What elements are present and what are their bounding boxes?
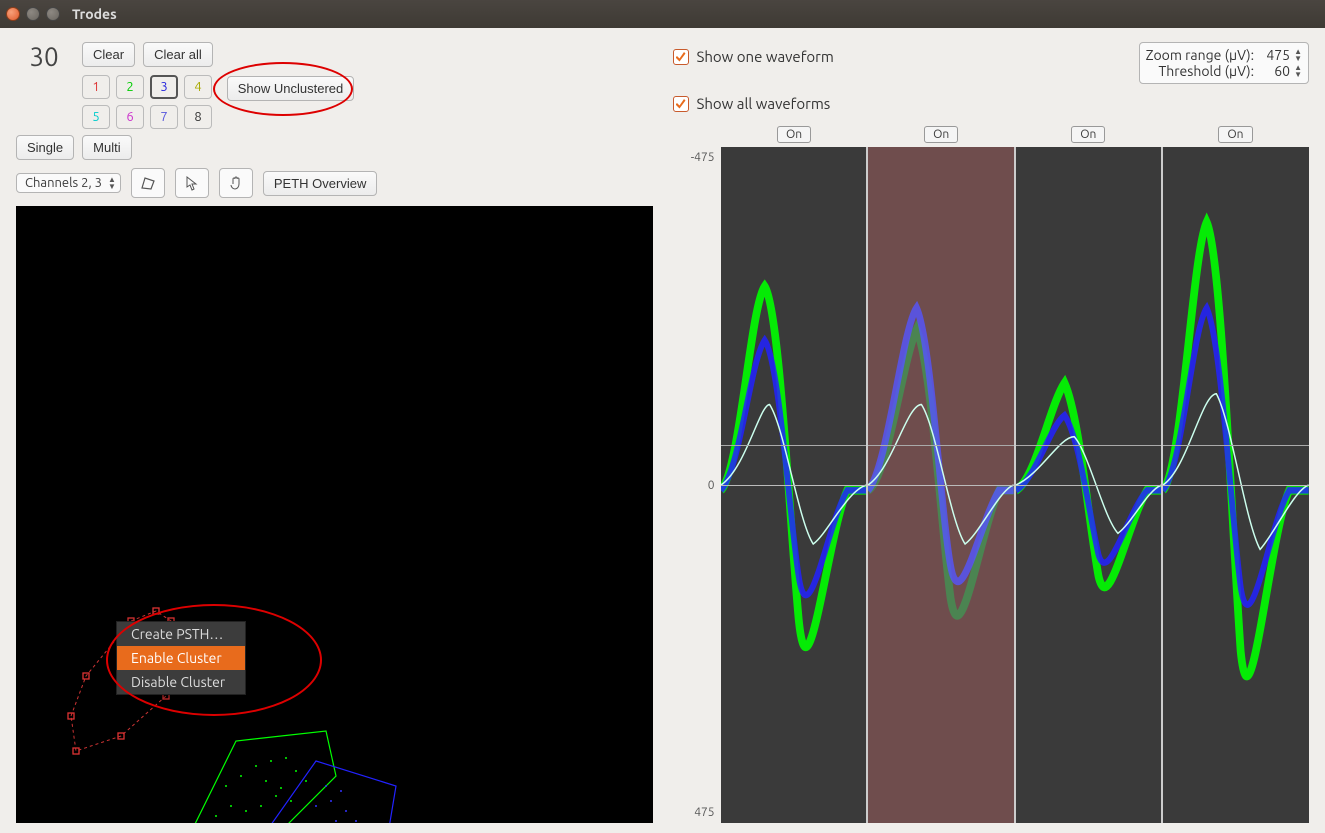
minimize-icon[interactable] xyxy=(26,7,40,21)
cluster-5-button[interactable]: 5 xyxy=(82,105,110,129)
clear-button[interactable]: Clear xyxy=(82,42,135,67)
menu-create-psth[interactable]: Create PSTH… xyxy=(117,622,245,646)
pointer-tool-button[interactable] xyxy=(175,168,209,198)
window-title: Trodes xyxy=(72,6,117,22)
y-neg-label: -475 xyxy=(691,151,715,164)
waveform-area[interactable] xyxy=(721,147,1310,823)
menu-disable-cluster[interactable]: Disable Cluster xyxy=(117,670,245,694)
spin-arrows-icon: ▲▼ xyxy=(1294,64,1302,78)
y-zero-label: 0 xyxy=(708,479,715,492)
zoom-range-spinbox[interactable]: 475 ▲▼ xyxy=(1262,47,1302,63)
cluster-6-button[interactable]: 6 xyxy=(116,105,144,129)
zoom-range-label: Zoom range (µV): xyxy=(1146,47,1254,63)
threshold-label: Threshold (µV): xyxy=(1158,63,1254,79)
show-all-label: Show all waveforms xyxy=(697,95,831,112)
polygon-tool-icon xyxy=(139,174,157,192)
context-menu: Create PSTH… Enable Cluster Disable Clus… xyxy=(116,621,246,695)
cluster-4-button[interactable]: 4 xyxy=(184,75,212,99)
cluster-3-button[interactable]: 3 xyxy=(150,75,178,99)
show-one-label: Show one waveform xyxy=(697,48,834,65)
threshold-spinbox[interactable]: 60 ▲▼ xyxy=(1262,63,1302,79)
pointer-tool-icon xyxy=(184,175,200,191)
threshold-value: 60 xyxy=(1262,63,1290,79)
spin-arrows-icon: ▲▼ xyxy=(1294,48,1302,62)
maximize-icon[interactable] xyxy=(46,7,60,21)
cluster-1-button[interactable]: 1 xyxy=(82,75,110,99)
left-pane: 30 Clear Clear all 1234 5678 Show Unclust… xyxy=(0,28,663,833)
show-one-checkbox[interactable] xyxy=(673,49,689,65)
channel-2-toggle[interactable]: On xyxy=(924,126,958,143)
polygon-tool-button[interactable] xyxy=(131,168,165,198)
channel-3-toggle[interactable]: On xyxy=(1071,126,1105,143)
menu-enable-cluster[interactable]: Enable Cluster xyxy=(117,646,245,670)
scatter-dots xyxy=(16,206,653,823)
channel-1-toggle[interactable]: On xyxy=(777,126,811,143)
show-unclustered-button[interactable]: Show Unclustered xyxy=(227,76,355,101)
channel-4-toggle[interactable]: On xyxy=(1218,126,1252,143)
clear-all-button[interactable]: Clear all xyxy=(143,42,213,67)
show-all-checkbox[interactable] xyxy=(673,96,689,112)
combo-arrows-icon: ▲▼ xyxy=(108,176,116,190)
y-pos-label: 475 xyxy=(694,806,714,819)
channels-combo-label: Channels 2, 3 xyxy=(25,176,102,190)
cluster-2-button[interactable]: 2 xyxy=(116,75,144,99)
waveform-channel-4[interactable] xyxy=(1161,147,1309,823)
cluster-7-button[interactable]: 7 xyxy=(150,105,178,129)
channels-combo[interactable]: Channels 2, 3 ▲▼ xyxy=(16,173,121,193)
waveform-channel-3[interactable] xyxy=(1014,147,1162,823)
right-pane: Zoom range (µV): 475 ▲▼ Threshold (µV): … xyxy=(663,28,1325,833)
multi-button[interactable]: Multi xyxy=(82,135,131,160)
param-box: Zoom range (µV): 475 ▲▼ Threshold (µV): … xyxy=(1139,42,1309,84)
cluster-8-button[interactable]: 8 xyxy=(184,105,212,129)
zoom-range-value: 475 xyxy=(1262,47,1290,63)
titlebar: Trodes xyxy=(0,0,1325,28)
waveform-channel-1[interactable] xyxy=(721,147,867,823)
hand-tool-button[interactable] xyxy=(219,168,253,198)
channel-toggle-row: On On On On xyxy=(721,126,1310,143)
cluster-grid: 1234 5678 xyxy=(82,75,213,129)
y-axis-labels: -475 0 475 xyxy=(673,147,721,823)
ntrode-number: 30 xyxy=(16,42,72,71)
waveform-channel-2[interactable] xyxy=(866,147,1014,823)
single-button[interactable]: Single xyxy=(16,135,74,160)
peth-overview-button[interactable]: PETH Overview xyxy=(263,171,377,196)
close-icon[interactable] xyxy=(6,7,20,21)
scatter-plot[interactable]: Create PSTH… Enable Cluster Disable Clus… xyxy=(16,206,653,823)
hand-tool-icon xyxy=(228,175,244,191)
